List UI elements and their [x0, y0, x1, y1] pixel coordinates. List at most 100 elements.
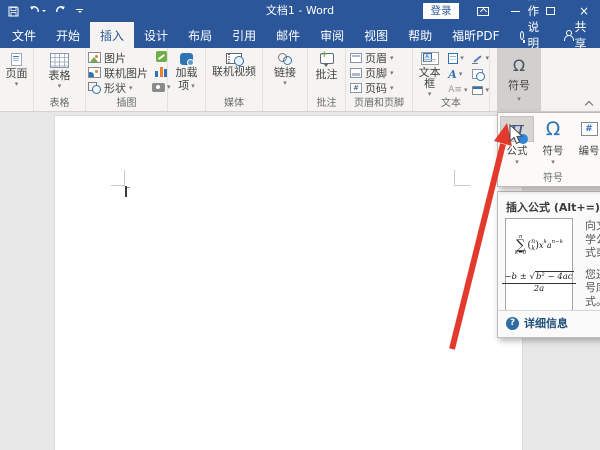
chevron-down-icon: ▾	[390, 70, 394, 76]
online-video-button[interactable]: 联机视频	[208, 51, 260, 97]
online-pictures-button[interactable]: 联机图片	[88, 65, 148, 80]
chevron-down-icon: ▾	[459, 71, 463, 77]
tab-review[interactable]: 审阅	[310, 22, 354, 48]
ribbon-group-addins: 加载 项 ▾	[168, 48, 206, 111]
description-paragraph-1: 向文档中添加常见数学公式，如圆面积公式或二次公式。	[585, 219, 600, 260]
tab-file[interactable]: 文件	[2, 22, 46, 48]
screenshot-icon	[152, 83, 165, 92]
picture-icon	[88, 52, 101, 63]
minimize-button[interactable]	[502, 0, 528, 22]
exp-n-k: n−k	[552, 240, 563, 246]
chevron-down-icon: ▾	[460, 55, 464, 61]
drop-cap-icon: A≡	[448, 85, 462, 95]
textbox-button[interactable]: 文本框 ▾	[415, 50, 444, 97]
margin-mark-top-right-v	[454, 170, 455, 186]
chevron-down-icon: ▾	[485, 87, 489, 93]
object-button[interactable]: ▾	[472, 83, 489, 97]
number-label: 编号	[579, 143, 600, 158]
tab-mailings[interactable]: 邮件	[266, 22, 310, 48]
number-button[interactable]: # 编号	[572, 116, 600, 158]
tab-references[interactable]: 引用	[222, 22, 266, 48]
symbols-group-button[interactable]: Ω 符号 ▾	[497, 48, 541, 111]
links-button[interactable]: 链接 ▾	[265, 51, 305, 97]
more-info-label: 详细信息	[524, 315, 568, 331]
addins-button[interactable]: 加载 项 ▾	[170, 51, 203, 97]
group-label-tables: 表格	[34, 97, 85, 111]
equation-button[interactable]: π 公式 ▾	[500, 116, 534, 165]
textbox-label: 文本框	[415, 67, 444, 89]
chevron-down-icon: ▾	[191, 83, 195, 89]
shapes-button[interactable]: 形状 ▾	[88, 80, 148, 95]
chart-icon[interactable]	[155, 66, 167, 77]
more-info-link[interactable]: ? 详细信息	[506, 315, 568, 331]
page-number-button[interactable]: # 页码 ▾	[350, 80, 394, 95]
tab-insert[interactable]: 插入	[90, 22, 134, 48]
shapes-label: 形状	[104, 80, 126, 96]
tab-layout[interactable]: 布局	[178, 22, 222, 48]
chevron-down-icon: ▾	[517, 96, 521, 102]
comment-icon	[320, 53, 334, 64]
number-icon: #	[581, 122, 598, 136]
pictures-button[interactable]: 图片	[88, 50, 148, 65]
header-icon	[350, 53, 362, 63]
margin-mark-top-right-h	[454, 185, 470, 186]
online-pictures-label: 联机图片	[104, 65, 148, 81]
header-label: 页眉	[365, 50, 387, 66]
footer-icon	[350, 68, 362, 78]
undo-button[interactable]	[28, 6, 46, 16]
tab-design[interactable]: 设计	[134, 22, 178, 48]
addins-icon	[180, 53, 193, 65]
comment-button[interactable]: 批注	[310, 51, 343, 97]
save-icon[interactable]	[8, 6, 19, 17]
omega-symbol-icon: Ω	[546, 119, 561, 139]
ribbon-display-options-button[interactable]	[470, 0, 496, 22]
undo-dropdown-icon[interactable]	[42, 10, 46, 12]
share-button[interactable]: 共享	[556, 22, 598, 48]
margin-mark-top-left-h	[111, 185, 125, 186]
symbol-button[interactable]: Ω 符号 ▾	[536, 116, 570, 165]
group-label-header-footer: 页眉和页脚	[346, 97, 412, 111]
chevron-down-icon: ▾	[515, 159, 519, 165]
omega-icon: Ω	[513, 58, 525, 74]
lightbulb-icon	[520, 31, 524, 40]
document-page[interactable]	[54, 115, 523, 450]
ribbon-insert-tab: 页面 ▾ 表格 ▾ 表格 图片	[0, 48, 600, 112]
person-icon	[564, 30, 570, 40]
online-video-icon	[226, 53, 242, 64]
quick-parts-icon	[448, 53, 458, 64]
sign-in-button[interactable]: 登录	[423, 3, 459, 19]
customize-qat-icon[interactable]	[76, 9, 83, 13]
flyout-group-label: 符号	[498, 169, 600, 184]
table-button[interactable]: 表格 ▾	[36, 51, 83, 97]
drop-cap-button[interactable]: A≡▾	[448, 83, 467, 97]
equation-label: 公式	[507, 143, 528, 158]
header-button[interactable]: 页眉 ▾	[350, 50, 394, 65]
wordart-button[interactable]: A▾	[448, 67, 462, 81]
shapes-icon	[88, 82, 101, 94]
margin-mark-top-left-v	[124, 170, 125, 186]
chevron-down-icon: ▾	[485, 55, 489, 61]
tab-help[interactable]: 帮助	[398, 22, 442, 48]
redo-icon[interactable]	[55, 6, 67, 16]
tab-view[interactable]: 视图	[354, 22, 398, 48]
footer-button[interactable]: 页脚 ▾	[350, 65, 394, 80]
date-time-button[interactable]	[472, 67, 483, 81]
collapse-ribbon-icon[interactable]	[585, 100, 592, 107]
share-label: 共享	[574, 18, 590, 52]
tab-home[interactable]: 开始	[46, 22, 90, 48]
pi-equation-icon: π	[510, 119, 524, 139]
tooltip-title: 插入公式 (Alt+=)	[506, 199, 600, 215]
ribbon-group-comments: 批注 批注	[308, 48, 346, 111]
pages-button[interactable]: 页面 ▾	[2, 51, 31, 97]
quick-parts-button[interactable]: ▾	[448, 51, 464, 65]
tell-me-search[interactable]: 操作说明搜索	[512, 22, 556, 48]
tooltip-separator	[498, 310, 600, 311]
chevron-down-icon: ▾	[58, 83, 62, 89]
smartart-icon[interactable]	[156, 51, 167, 62]
chevron-down-icon: ▾	[390, 55, 394, 61]
tab-foxit-pdf[interactable]: 福昕PDF	[442, 22, 509, 48]
text-cursor	[125, 186, 127, 197]
pictures-label: 图片	[104, 50, 126, 66]
equation-tooltip: 插入公式 (Alt+=) n ∑ k=0 ( n k )xkan−k −b ± …	[497, 191, 600, 338]
signature-line-button[interactable]: ▾	[472, 51, 489, 65]
